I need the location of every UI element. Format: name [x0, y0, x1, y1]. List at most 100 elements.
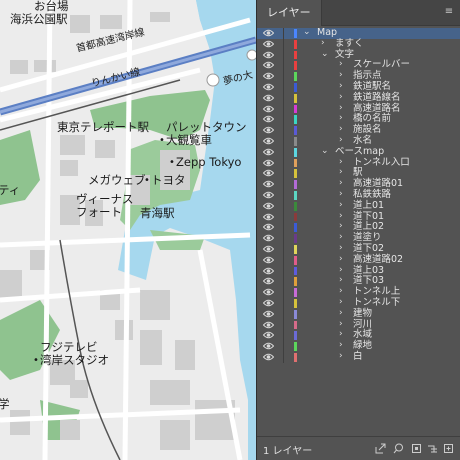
- expand-chevron-right-icon[interactable]: ›: [339, 319, 343, 330]
- visibility-eye-icon[interactable]: [263, 94, 274, 102]
- expand-chevron-right-icon[interactable]: ›: [339, 297, 343, 308]
- expand-chevron-right-icon[interactable]: ›: [339, 286, 343, 297]
- search-icon[interactable]: [393, 443, 404, 454]
- expand-chevron-right-icon[interactable]: ›: [339, 275, 343, 286]
- lock-toggle[interactable]: [284, 82, 292, 93]
- lock-toggle[interactable]: [284, 320, 292, 331]
- lock-toggle[interactable]: [284, 201, 292, 212]
- lock-toggle[interactable]: [284, 212, 292, 223]
- lock-toggle[interactable]: [284, 114, 292, 125]
- layer-name[interactable]: 文字: [335, 49, 354, 61]
- visibility-eye-icon[interactable]: [263, 115, 274, 123]
- visibility-eye-icon[interactable]: [263, 277, 274, 285]
- lock-toggle[interactable]: [284, 233, 292, 244]
- expand-chevron-right-icon[interactable]: ›: [339, 243, 343, 254]
- lock-toggle[interactable]: [284, 136, 292, 147]
- lock-toggle[interactable]: [284, 255, 292, 266]
- map-canvas[interactable]: お台場 海浜公園駅 首都高速湾岸線 りんかい線 夢の大 東京テレポート駅 パレッ…: [0, 0, 256, 460]
- lock-toggle[interactable]: [284, 125, 292, 136]
- lock-toggle[interactable]: [284, 352, 292, 363]
- visibility-eye-icon[interactable]: [263, 61, 274, 69]
- visibility-eye-icon[interactable]: [263, 29, 274, 37]
- visibility-eye-icon[interactable]: [263, 299, 274, 307]
- expand-chevron-right-icon[interactable]: ›: [339, 81, 343, 92]
- visibility-eye-icon[interactable]: [263, 267, 274, 275]
- lock-toggle[interactable]: [284, 50, 292, 61]
- visibility-eye-icon[interactable]: [263, 245, 274, 253]
- expand-chevron-right-icon[interactable]: ›: [339, 135, 343, 146]
- visibility-eye-icon[interactable]: [263, 223, 274, 231]
- layer-row[interactable]: › ますく: [257, 38, 460, 50]
- layer-name[interactable]: 白: [353, 351, 363, 363]
- lock-toggle[interactable]: [284, 266, 292, 277]
- lock-toggle[interactable]: [284, 71, 292, 82]
- visibility-eye-icon[interactable]: [263, 126, 274, 134]
- tab-layers[interactable]: レイヤー: [257, 0, 322, 26]
- lock-toggle[interactable]: [284, 28, 292, 39]
- expand-chevron-right-icon[interactable]: ›: [339, 178, 343, 189]
- expand-chevron-down-icon[interactable]: ⌄: [321, 49, 329, 60]
- expand-chevron-right-icon[interactable]: ›: [339, 308, 343, 319]
- expand-chevron-right-icon[interactable]: ›: [339, 254, 343, 265]
- expand-chevron-down-icon[interactable]: ⌄: [321, 146, 329, 157]
- lock-toggle[interactable]: [284, 168, 292, 179]
- lock-toggle[interactable]: [284, 298, 292, 309]
- visibility-eye-icon[interactable]: [263, 191, 274, 199]
- expand-chevron-right-icon[interactable]: ›: [339, 70, 343, 81]
- expand-chevron-right-icon[interactable]: ›: [339, 221, 343, 232]
- expand-chevron-right-icon[interactable]: ›: [339, 113, 343, 124]
- visibility-eye-icon[interactable]: [263, 159, 274, 167]
- visibility-eye-icon[interactable]: [263, 137, 274, 145]
- lock-toggle[interactable]: [284, 309, 292, 320]
- collect-icon[interactable]: [427, 443, 438, 454]
- expand-chevron-right-icon[interactable]: ›: [339, 167, 343, 178]
- visibility-eye-icon[interactable]: [263, 72, 274, 80]
- expand-chevron-right-icon[interactable]: ›: [339, 329, 343, 340]
- lock-toggle[interactable]: [284, 287, 292, 298]
- expand-chevron-right-icon[interactable]: ›: [339, 157, 343, 168]
- expand-chevron-right-icon[interactable]: ›: [339, 265, 343, 276]
- expand-chevron-right-icon[interactable]: ›: [339, 124, 343, 135]
- expand-chevron-right-icon[interactable]: ›: [339, 92, 343, 103]
- expand-chevron-right-icon[interactable]: ›: [339, 200, 343, 211]
- lock-toggle[interactable]: [284, 330, 292, 341]
- visibility-eye-icon[interactable]: [263, 148, 274, 156]
- visibility-eye-icon[interactable]: [263, 321, 274, 329]
- visibility-eye-icon[interactable]: [263, 51, 274, 59]
- visibility-eye-icon[interactable]: [263, 105, 274, 113]
- expand-chevron-right-icon[interactable]: ›: [339, 351, 343, 362]
- lock-toggle[interactable]: [284, 60, 292, 71]
- lock-toggle[interactable]: [284, 276, 292, 287]
- lock-toggle[interactable]: [284, 222, 292, 233]
- panel-menu-icon[interactable]: ≡: [443, 6, 455, 18]
- expand-chevron-right-icon[interactable]: ›: [339, 59, 343, 70]
- visibility-eye-icon[interactable]: [263, 202, 274, 210]
- expand-chevron-down-icon[interactable]: ⌄: [303, 27, 311, 38]
- lock-toggle[interactable]: [284, 147, 292, 158]
- visibility-eye-icon[interactable]: [263, 256, 274, 264]
- expand-chevron-right-icon[interactable]: ›: [339, 211, 343, 222]
- export-icon[interactable]: [375, 443, 386, 454]
- lock-toggle[interactable]: [284, 179, 292, 190]
- visibility-eye-icon[interactable]: [263, 180, 274, 188]
- lock-toggle[interactable]: [284, 93, 292, 104]
- expand-chevron-right-icon[interactable]: ›: [339, 232, 343, 243]
- lock-toggle[interactable]: [284, 341, 292, 352]
- expand-chevron-right-icon[interactable]: ›: [339, 103, 343, 114]
- visibility-eye-icon[interactable]: [263, 288, 274, 296]
- lock-toggle[interactable]: [284, 244, 292, 255]
- visibility-eye-icon[interactable]: [263, 310, 274, 318]
- lock-toggle[interactable]: [284, 190, 292, 201]
- visibility-eye-icon[interactable]: [263, 83, 274, 91]
- visibility-eye-icon[interactable]: [263, 331, 274, 339]
- visibility-eye-icon[interactable]: [263, 213, 274, 221]
- expand-chevron-right-icon[interactable]: ›: [321, 38, 325, 49]
- visibility-eye-icon[interactable]: [263, 169, 274, 177]
- visibility-eye-icon[interactable]: [263, 234, 274, 242]
- lock-toggle[interactable]: [284, 104, 292, 115]
- visibility-eye-icon[interactable]: [263, 353, 274, 361]
- expand-chevron-right-icon[interactable]: ›: [339, 189, 343, 200]
- expand-chevron-right-icon[interactable]: ›: [339, 340, 343, 351]
- lock-toggle[interactable]: [284, 158, 292, 169]
- visibility-eye-icon[interactable]: [263, 40, 274, 48]
